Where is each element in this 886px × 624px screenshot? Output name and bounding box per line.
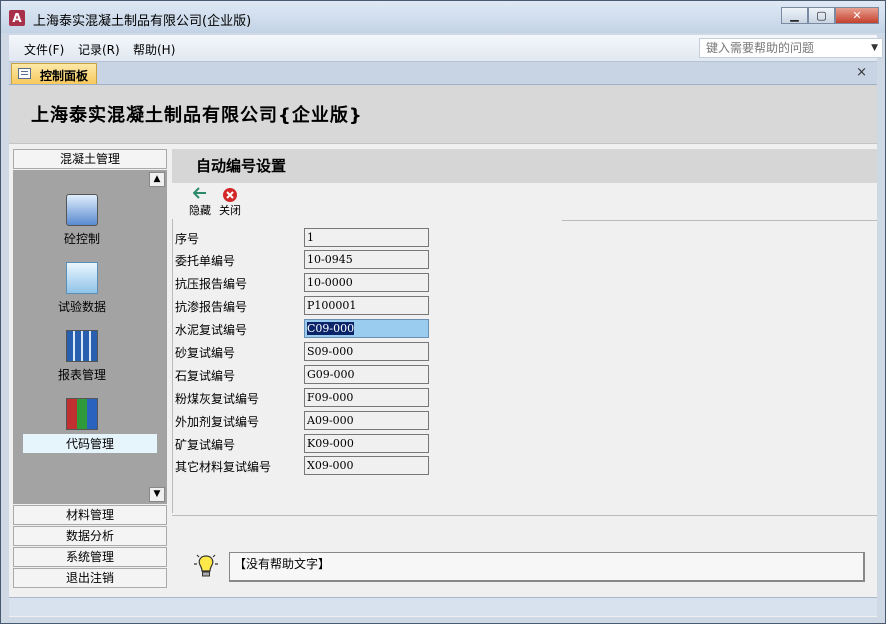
nav-item-label: 试验数据 — [57, 300, 106, 314]
help-text-box: 【没有帮助文字】 — [229, 552, 865, 582]
nav-group-analysis[interactable]: 数据分析 — [13, 526, 167, 546]
nav-item-concrete-control[interactable]: 砼控制 — [13, 194, 151, 247]
field-row: 矿复试编号 K09-000 — [175, 434, 475, 454]
folder-icon — [66, 262, 98, 294]
nav-group-concrete[interactable]: 混凝土管理 — [13, 149, 167, 169]
selected-text: C09-000 — [307, 322, 355, 335]
field-label: 粉煤灰复试编号 — [175, 392, 260, 406]
document-tab-bar: 控制面板 × — [9, 62, 877, 85]
stone-retest-number-field[interactable]: G09-000 — [304, 365, 429, 384]
content-area: 自动编号设置 隐藏 关闭 序号 1 委托单编号 10-0945 抗压报告编号 1… — [172, 149, 877, 589]
window-title: 上海泰实混凝土制品有限公司(企业版) — [33, 14, 252, 29]
minimize-button[interactable]: ▁ — [781, 7, 808, 24]
navigation-pane: 混凝土管理 ▲ ▼ 砼控制 试验数据 报表管理 代码管理 材料管理 数据分析 系… — [13, 149, 168, 589]
company-title: 上海泰实混凝土制品有限公司{企业版} — [31, 105, 363, 126]
nav-item-code-management[interactable]: 代码管理 — [13, 398, 157, 453]
field-row: 其它材料复试编号 X09-000 — [175, 456, 475, 476]
field-label: 抗渗报告编号 — [175, 300, 248, 314]
commission-number-field[interactable]: 10-0945 — [304, 250, 429, 269]
menu-file[interactable]: 文件(F) — [24, 41, 64, 58]
arrow-left-icon — [192, 187, 206, 199]
serial-number-field[interactable]: 1 — [304, 228, 429, 247]
title-bar: A 上海泰实混凝土制品有限公司(企业版) ▁ ▢ ✕ — [1, 1, 885, 33]
content-header: 自动编号设置 — [172, 149, 877, 183]
close-circle-icon — [223, 188, 237, 202]
field-row: 抗渗报告编号 P100001 — [175, 296, 475, 316]
permeability-report-number-field[interactable]: P100001 — [304, 296, 429, 315]
access-app-icon[interactable]: A — [9, 10, 25, 26]
close-window-button[interactable]: ✕ — [835, 7, 879, 24]
divider-line — [172, 219, 173, 513]
content-title: 自动编号设置 — [196, 157, 287, 175]
field-row: 石复试编号 G09-000 — [175, 365, 475, 385]
mineral-retest-number-field[interactable]: K09-000 — [304, 434, 429, 453]
close-label: 关闭 — [219, 204, 241, 217]
field-row: 砂复试编号 S09-000 — [175, 342, 475, 362]
field-row: 抗压报告编号 10-0000 — [175, 273, 475, 293]
calendar-grid-icon — [66, 330, 98, 362]
nav-item-label: 代码管理 — [23, 434, 157, 453]
menu-records[interactable]: 记录(R) — [78, 41, 120, 58]
compression-report-number-field[interactable]: 10-0000 — [304, 273, 429, 292]
nav-item-label: 报表管理 — [57, 368, 106, 382]
books-icon — [66, 398, 98, 430]
field-label: 其它材料复试编号 — [175, 460, 272, 474]
nav-item-label: 砼控制 — [63, 232, 100, 246]
nav-group-body: ▲ ▼ 砼控制 试验数据 报表管理 代码管理 — [13, 170, 167, 504]
nav-item-reports[interactable]: 报表管理 — [13, 330, 151, 383]
sand-retest-number-field[interactable]: S09-000 — [304, 342, 429, 361]
hide-button[interactable]: 隐藏 — [185, 187, 215, 218]
close-button[interactable]: 关闭 — [215, 187, 245, 218]
form-icon — [18, 68, 31, 79]
lightbulb-icon — [194, 554, 218, 577]
field-label: 序号 — [175, 232, 200, 246]
divider-line — [172, 515, 877, 516]
admixture-retest-number-field[interactable]: A09-000 — [304, 411, 429, 430]
app-window: A 上海泰实混凝土制品有限公司(企业版) ▁ ▢ ✕ 文件(F) 记录(R) 帮… — [0, 0, 886, 624]
nav-group-logout[interactable]: 退出注销 — [13, 568, 167, 588]
fly-ash-retest-number-field[interactable]: F09-000 — [304, 388, 429, 407]
control-panel-form: 上海泰实混凝土制品有限公司{企业版} 混凝土管理 ▲ ▼ 砼控制 试验数据 报表… — [9, 85, 877, 617]
scroll-up-icon[interactable]: ▲ — [149, 172, 165, 187]
tab-label: 控制面板 — [40, 69, 89, 83]
field-row: 外加剂复试编号 A09-000 — [175, 411, 475, 431]
menu-bar: 文件(F) 记录(R) 帮助(H) 键入需要帮助的问题 ▼ — [9, 35, 883, 62]
help-search-placeholder: 键入需要帮助的问题 — [706, 41, 815, 55]
field-label: 石复试编号 — [175, 369, 236, 383]
help-text: 【没有帮助文字】 — [234, 557, 331, 571]
divider-line — [562, 220, 877, 221]
menu-help[interactable]: 帮助(H) — [133, 41, 175, 58]
tab-control-panel[interactable]: 控制面板 — [11, 63, 97, 84]
field-row: 粉煤灰复试编号 F09-000 — [175, 388, 475, 408]
scroll-down-icon[interactable]: ▼ — [149, 487, 165, 502]
field-row: 序号 1 — [175, 228, 475, 248]
field-label: 委托单编号 — [175, 254, 236, 268]
field-label: 砂复试编号 — [175, 346, 236, 360]
help-search-input[interactable]: 键入需要帮助的问题 ▼ — [699, 38, 883, 58]
chevron-down-icon[interactable]: ▼ — [871, 39, 878, 57]
status-bar — [9, 597, 877, 616]
field-row: 水泥复试编号 C09-000 — [175, 319, 475, 339]
field-label: 外加剂复试编号 — [175, 415, 260, 429]
form-header: 上海泰实混凝土制品有限公司{企业版} — [9, 85, 877, 144]
nav-item-test-data[interactable]: 试验数据 — [13, 262, 151, 315]
browser-window-icon — [66, 194, 98, 226]
close-tab-icon[interactable]: × — [856, 65, 867, 80]
other-material-retest-number-field[interactable]: X09-000 — [304, 456, 429, 475]
field-label: 水泥复试编号 — [175, 323, 248, 337]
maximize-button[interactable]: ▢ — [808, 7, 835, 24]
cement-retest-number-field[interactable]: C09-000 — [304, 319, 429, 338]
hide-label: 隐藏 — [189, 204, 211, 217]
field-label: 抗压报告编号 — [175, 277, 248, 291]
nav-group-materials[interactable]: 材料管理 — [13, 505, 167, 525]
nav-group-system[interactable]: 系统管理 — [13, 547, 167, 567]
field-label: 矿复试编号 — [175, 438, 236, 452]
field-row: 委托单编号 10-0945 — [175, 250, 475, 270]
